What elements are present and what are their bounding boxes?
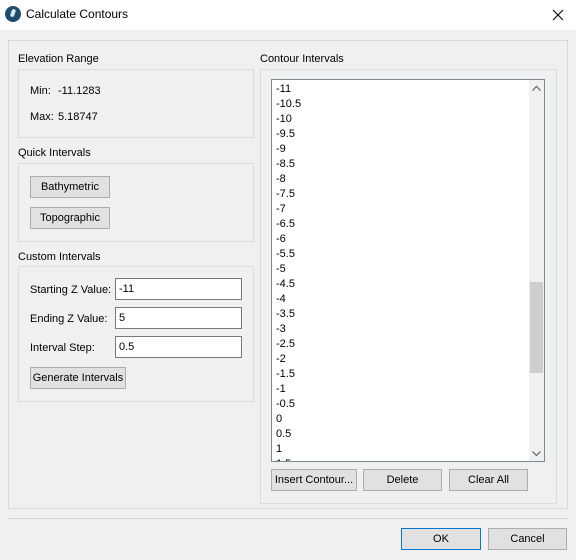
list-item[interactable]: 0 [276, 412, 301, 427]
list-item[interactable]: -8.5 [276, 157, 301, 172]
ok-button[interactable]: OK [401, 528, 481, 550]
contour-intervals-heading: Contour Intervals [260, 53, 344, 65]
scroll-down-button[interactable] [529, 446, 544, 461]
scroll-track[interactable] [529, 95, 544, 446]
elevation-range-heading: Elevation Range [18, 53, 99, 65]
interval-step-input[interactable] [115, 336, 242, 358]
chevron-up-icon [532, 85, 541, 91]
max-value: 5.18747 [58, 111, 98, 123]
max-label: Max: [30, 111, 54, 123]
title-bar: Calculate Contours [0, 0, 576, 30]
custom-intervals-heading: Custom Intervals [18, 251, 101, 263]
list-item[interactable]: -7 [276, 202, 301, 217]
min-label: Min: [30, 85, 51, 97]
list-item[interactable]: -10 [276, 112, 301, 127]
list-item[interactable]: -9.5 [276, 127, 301, 142]
scroll-up-button[interactable] [529, 80, 544, 95]
clear-all-button[interactable]: Clear All [449, 469, 528, 491]
list-item[interactable]: -5 [276, 262, 301, 277]
bathymetric-button[interactable]: Bathymetric [30, 176, 110, 198]
list-item[interactable]: -2 [276, 352, 301, 367]
list-item[interactable]: -6 [276, 232, 301, 247]
contour-intervals-list[interactable]: -11 -10.5 -10 -9.5 -9 -8.5 -8 -7.5 -7 -6.5 -6 -5.5-… [271, 79, 545, 462]
cancel-button[interactable]: Cancel [488, 528, 567, 550]
list-item[interactable]: -3 [276, 322, 301, 337]
list-item[interactable]: -9 [276, 142, 301, 157]
quick-intervals-heading: Quick Intervals [18, 147, 91, 159]
close-button[interactable] [540, 0, 576, 30]
list-item[interactable]: 1.5 [276, 457, 301, 461]
topographic-button[interactable]: Topographic [30, 207, 110, 229]
elevation-range-group: Min: -11.1283 Max: 5.18747 [18, 69, 254, 138]
list-item[interactable]: -0.5 [276, 397, 301, 412]
quick-intervals-group [18, 163, 254, 242]
starting-z-label: Starting Z Value: [30, 284, 112, 296]
window-title: Calculate Contours [26, 7, 129, 21]
scroll-thumb[interactable] [530, 282, 543, 373]
ending-z-input[interactable] [115, 307, 242, 329]
vertical-scrollbar[interactable] [529, 80, 544, 461]
ending-z-label: Ending Z Value: [30, 313, 108, 325]
generate-intervals-button[interactable]: Generate Intervals [30, 367, 126, 389]
list-item[interactable]: -6.5 [276, 217, 301, 232]
insert-contour-button[interactable]: Insert Contour... [271, 469, 357, 491]
list-item[interactable]: -4.5 [276, 277, 301, 292]
starting-z-input[interactable] [115, 278, 242, 300]
close-icon [552, 9, 564, 21]
list-item[interactable]: -2.5 [276, 337, 301, 352]
list-item[interactable]: 0.5 [276, 427, 301, 442]
footer-divider [8, 518, 568, 519]
list-item[interactable]: -1 [276, 382, 301, 397]
list-item[interactable]: -3.5 [276, 307, 301, 322]
delete-button[interactable]: Delete [363, 469, 442, 491]
list-item[interactable]: -11 [276, 82, 301, 97]
list-item[interactable]: -10.5 [276, 97, 301, 112]
chevron-down-icon [532, 450, 541, 456]
min-value: -11.1283 [58, 85, 101, 97]
interval-step-label: Interval Step: [30, 342, 95, 354]
list-item[interactable]: -5.5 [276, 247, 301, 262]
list-item[interactable]: -8 [276, 172, 301, 187]
app-logo-icon [5, 6, 21, 22]
list-item[interactable]: -4 [276, 292, 301, 307]
list-item[interactable]: -7.5 [276, 187, 301, 202]
contour-list-items: -11 -10.5 -10 -9.5 -9 -8.5 -8 -7.5 -7 -6.5 -6 -5.5-… [276, 82, 301, 461]
list-item[interactable]: 1 [276, 442, 301, 457]
list-item[interactable]: -1.5 [276, 367, 301, 382]
